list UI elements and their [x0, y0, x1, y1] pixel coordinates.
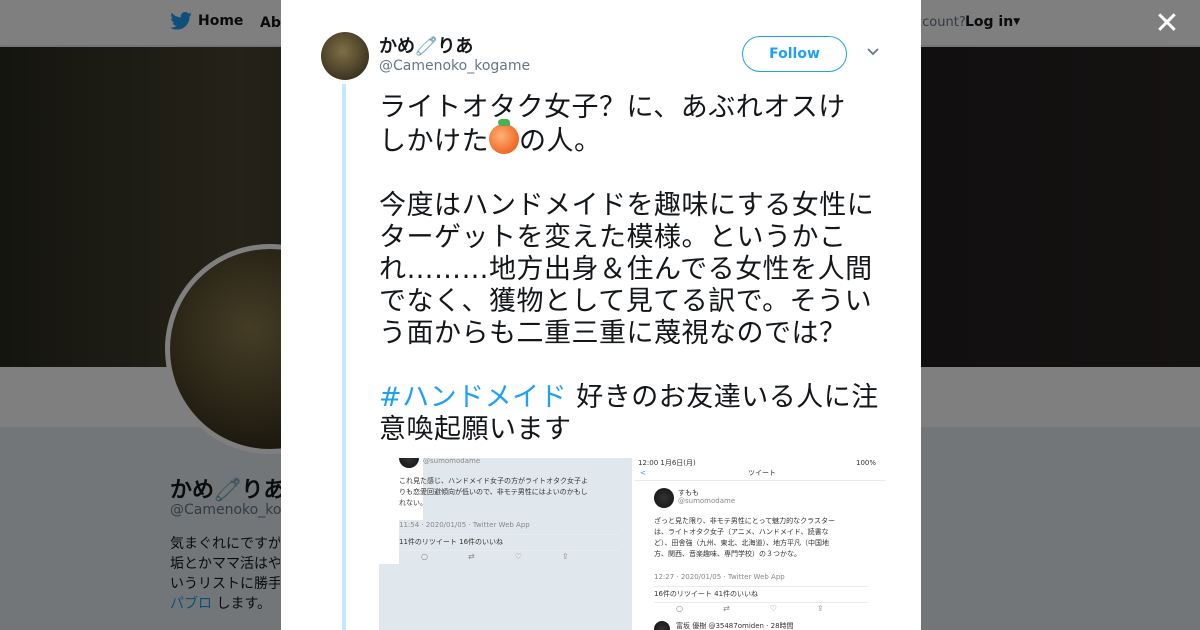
tweet-line: の人。 [519, 126, 602, 157]
mini-handle: @sumomodame [678, 497, 736, 505]
divider [399, 550, 619, 551]
back-chevron-icon: < [640, 469, 646, 477]
mini-text: りも恋愛回避傾向が低いので、非モテ男性にはよいのかもし [399, 488, 588, 496]
author-avatar[interactable] [321, 32, 369, 80]
mini-stats: 11件のリツイート 16件のいいね [399, 538, 504, 546]
divider [399, 534, 619, 535]
attached-image-1[interactable]: @sumomodame これ見た感じ、ハンドメイド女子の方がライトオタク女子よ … [379, 458, 632, 630]
divider [654, 586, 868, 587]
author-name[interactable]: かめ🧷りあ [379, 32, 473, 58]
mini-header: ツイート [748, 469, 776, 477]
divider [654, 602, 868, 603]
mini-avatar [399, 458, 419, 468]
mini-text: 方、関西、音楽趣味、専門学校）の３つかな。 [654, 550, 801, 558]
tweet-paragraph: ライトオタク女子？に、あぶれオスけ しかけた の人。 [379, 92, 884, 158]
tweet-modal: かめ🧷りあ @Camenoko_kogame Follow ライトオタク女子？に… [281, 0, 921, 630]
mini-text: は、ライトオタク女子（アニメ、ハンドメイド、読書な [654, 528, 829, 536]
attached-image-2[interactable]: 12:00 1月6日(月) 100% < ツイート すもも @sumomodam… [634, 458, 886, 630]
mini-reply-user: 富坂 優樹 @35487omiden · 28時間 [676, 622, 794, 630]
mini-status-time: 12:00 1月6日(月) [638, 459, 696, 467]
mini-text: ざっと見た限り、非モテ男性にとって魅力的なクラスター [654, 517, 836, 525]
tweet-paragraph: 今度はハンドメイドを趣味にする女性にターゲットを変えた模様。というかこれ………地… [379, 190, 875, 349]
mini-battery: 100% [856, 459, 877, 467]
mini-text: これ見た感じ、ハンドメイド女子の方がライトオタク女子よ [399, 477, 588, 485]
mini-avatar [654, 488, 674, 508]
mini-text: れない。 [399, 499, 427, 507]
author-handle[interactable]: @Camenoko_kogame [379, 58, 530, 74]
mini-avatar [654, 621, 670, 630]
chevron-down-icon[interactable] [865, 44, 881, 60]
peach-emoji-icon [489, 119, 519, 154]
close-icon[interactable]: ✕ [1152, 9, 1182, 40]
tweet-line: しかけた [379, 126, 489, 157]
divider [634, 480, 886, 481]
mini-time: 12:27 · 2020/01/05 · Twitter Web App [654, 573, 785, 581]
mini-text: ど）、田舎強（九州、東北、北海道）、地方平凡（中国地 [654, 539, 829, 547]
mini-stats: 16件のリツイート 41件のいいね [654, 590, 759, 598]
mini-action-icons: ○ ⇄ ♡ ⇪ [421, 552, 569, 561]
tweet-line: ライトオタク女子？に、あぶれオスけ [379, 92, 846, 123]
mini-action-icons: ○ ⇄ ♡ ⇪ [676, 604, 824, 613]
thread-line [342, 84, 346, 630]
tweet-text: ライトオタク女子？に、あぶれオスけ しかけた の人。 今度はハンドメイドを趣味にす… [379, 92, 884, 478]
tweet-paragraph: #ハンドメイド 好きのお友達いる人に注意喚起願います [379, 382, 884, 446]
hashtag-link[interactable]: #ハンドメイド [379, 382, 567, 413]
image-placeholder [379, 564, 632, 630]
follow-button[interactable]: Follow [742, 36, 847, 72]
